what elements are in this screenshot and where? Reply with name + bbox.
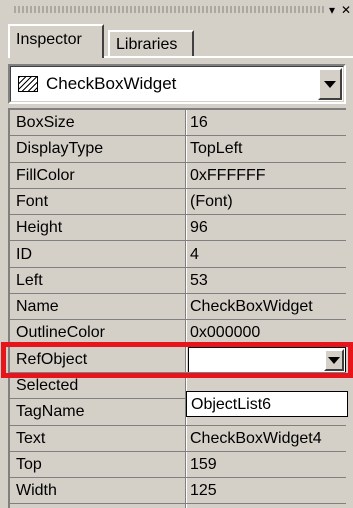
property-row-boxsize[interactable]: BoxSize 16 [10,110,346,137]
property-row-fillcolor[interactable]: FillColor 0xFFFFFF [10,163,346,189]
tab-label: Inspector [16,31,82,48]
property-grid: BoxSize 16 DisplayType TopLeft FillColor… [8,108,346,508]
widget-icon [18,76,38,92]
property-row-font[interactable]: Font (Font) [10,189,346,216]
property-name: Top [16,455,42,473]
property-name: TagName [16,403,85,421]
property-row-displaytype[interactable]: DisplayType TopLeft [10,136,346,163]
highlight-box [1,342,353,378]
tab-inspector[interactable]: Inspector [8,24,104,58]
row-divider [10,503,346,505]
property-value[interactable]: 16 [190,110,346,136]
property-row-left[interactable]: Left 53 [10,268,346,295]
close-icon[interactable]: ✕ [338,2,353,18]
object-selector[interactable]: CheckBoxWidget [8,64,346,104]
property-name: BoxSize [16,114,75,131]
property-value[interactable]: CheckBoxWidget [190,294,346,320]
property-value[interactable]: CheckBoxWidget4 [190,426,346,452]
object-selector-dropdown-button[interactable] [318,68,342,100]
property-row-top[interactable]: Top 159 [10,452,346,479]
inspector-panel: ▾ ✕ Inspector Libraries CheckBoxWidget B… [0,0,353,508]
property-name: Width [16,482,57,500]
property-value[interactable]: 96 [190,215,346,241]
tab-libraries[interactable]: Libraries [108,30,194,58]
drag-grip[interactable] [14,6,324,13]
property-value[interactable]: 0xFFFFFF [190,163,346,189]
property-value[interactable]: (Font) [190,189,346,215]
property-name: Text [16,429,46,447]
dropdown-option[interactable]: ObjectList6 [191,392,271,417]
chevron-down-icon [324,81,336,88]
property-name: FillColor [16,166,75,184]
object-selector-value: CheckBoxWidget [46,74,177,93]
property-value[interactable]: TopLeft [190,136,346,162]
property-value[interactable]: 125 [190,478,346,504]
property-name: Left [16,271,43,289]
property-name: Font [16,192,49,210]
property-name: ID [16,245,32,263]
property-name: Name [16,298,59,316]
tab-label: Libraries [116,36,178,53]
property-name: Height [16,219,63,237]
property-row-name[interactable]: Name CheckBoxWidget [10,294,346,321]
panel-title-strip: ▾ ✕ [8,0,353,22]
property-row-id[interactable]: ID 4 [10,242,346,268]
refobject-dropdown-list: ObjectList6 [186,391,348,417]
property-value[interactable]: 53 [190,268,346,294]
property-row-height[interactable]: Height 96 [10,215,346,242]
property-row-text[interactable]: Text CheckBoxWidget4 [10,426,346,452]
property-row-width[interactable]: Width 125 [10,478,346,505]
property-value[interactable]: 4 [190,242,346,268]
tab-bar: Inspector Libraries [8,22,353,58]
property-value[interactable]: 159 [190,452,346,478]
property-name: DisplayType [16,140,104,158]
